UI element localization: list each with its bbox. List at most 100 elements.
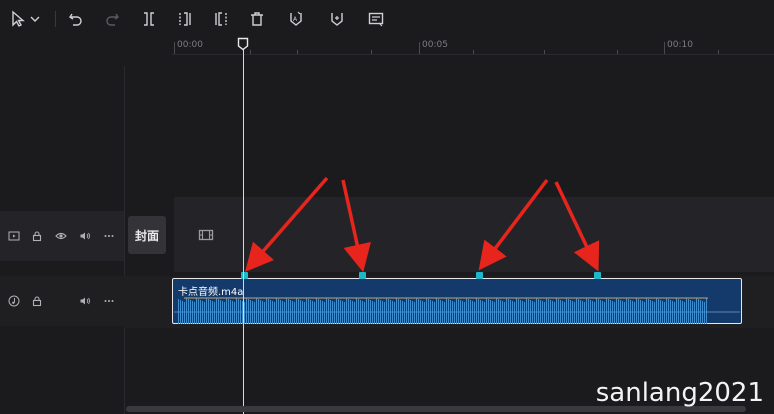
beat-marker[interactable] — [594, 272, 601, 279]
waveform-bar — [234, 302, 235, 324]
waveform-bar — [362, 301, 363, 324]
more-icon[interactable] — [102, 294, 116, 308]
waveform-bar — [616, 298, 617, 324]
waveform-bar — [494, 302, 495, 324]
playhead-line[interactable] — [243, 46, 244, 414]
waveform-bar — [690, 300, 691, 324]
waveform-bar — [304, 302, 305, 324]
waveform-bar — [310, 300, 311, 324]
waveform-bar — [476, 298, 477, 324]
waveform-bar — [594, 302, 595, 324]
waveform-bar — [652, 301, 653, 324]
waveform-bar — [366, 298, 367, 324]
waveform-bar — [458, 299, 459, 324]
waveform-bar — [404, 302, 405, 324]
waveform-bar — [698, 299, 699, 324]
waveform-bar — [658, 299, 659, 324]
waveform-bar — [662, 301, 663, 324]
volume-icon[interactable] — [78, 294, 92, 308]
waveform-bar — [522, 301, 523, 324]
caption-icon[interactable] — [366, 9, 386, 29]
waveform-bar — [252, 301, 253, 324]
waveform-bar — [316, 298, 317, 324]
waveform-bar — [312, 301, 313, 324]
waveform-bar — [654, 302, 655, 324]
waveform-bar — [254, 302, 255, 324]
volume-icon[interactable] — [78, 229, 92, 243]
waveform-bar — [492, 301, 493, 324]
waveform-bar — [214, 302, 215, 324]
waveform-bar — [256, 298, 257, 324]
waveform-bar — [702, 301, 703, 324]
waveform-bar — [434, 302, 435, 324]
waveform-bar — [582, 301, 583, 324]
waveform-bar — [606, 298, 607, 324]
waveform-bar — [222, 301, 223, 324]
dropdown-chevron-icon[interactable] — [28, 9, 42, 29]
waveform-bar — [198, 299, 199, 324]
waveform-bar — [352, 301, 353, 324]
lock-icon[interactable] — [30, 229, 44, 243]
waveform-bar — [692, 301, 693, 324]
waveform-bar — [502, 301, 503, 324]
waveform-bar — [186, 298, 187, 324]
waveform-bar — [258, 299, 259, 324]
waveform-bar — [336, 298, 337, 324]
waveform-bar — [512, 301, 513, 324]
split-right-icon[interactable] — [211, 9, 231, 29]
waveform-bar — [596, 298, 597, 324]
ruler-label-00-00: 00:00 — [177, 40, 203, 50]
manual-beat-icon[interactable] — [327, 9, 347, 29]
waveform-bar — [618, 299, 619, 324]
waveform-bar — [446, 298, 447, 324]
cover-button[interactable]: 封面 — [128, 216, 166, 254]
timeline-ruler[interactable]: 00:00 00:05 00:10 — [172, 38, 774, 55]
waveform-bar — [546, 298, 547, 324]
waveform-bar — [438, 299, 439, 324]
waveform-bar — [398, 299, 399, 324]
waveform-bar — [548, 299, 549, 324]
waveform-bar — [324, 302, 325, 324]
redo-icon[interactable] — [102, 9, 122, 29]
split-icon[interactable] — [139, 9, 159, 29]
ruler-tick — [297, 50, 298, 54]
waveform-bar — [350, 300, 351, 324]
waveform-bar — [220, 300, 221, 324]
split-left-icon[interactable] — [175, 9, 195, 29]
select-pointer-icon[interactable] — [8, 9, 28, 29]
waveform-bar — [374, 302, 375, 324]
waveform-bar — [326, 298, 327, 324]
waveform-bar — [380, 300, 381, 324]
playhead-handle[interactable] — [237, 36, 249, 51]
waveform-bar — [392, 301, 393, 324]
waveform-bar — [280, 300, 281, 324]
waveform-bar — [632, 301, 633, 324]
waveform-bar — [500, 300, 501, 324]
waveform-bar — [246, 298, 247, 324]
more-icon[interactable] — [102, 229, 116, 243]
beat-marker[interactable] — [359, 272, 366, 279]
auto-beat-icon[interactable]: A — [286, 9, 306, 29]
waveform-bar — [640, 300, 641, 324]
waveform-bar — [420, 300, 421, 324]
waveform-bar — [248, 299, 249, 324]
waveform-bar — [188, 299, 189, 324]
ruler-tick — [174, 42, 175, 54]
lock-icon[interactable] — [30, 294, 44, 308]
waveform-bar — [674, 302, 675, 324]
music-note-icon — [7, 294, 21, 308]
waveform-bar — [206, 298, 207, 324]
waveform-bar — [360, 300, 361, 324]
ruler-tick — [473, 50, 474, 54]
undo-icon[interactable] — [66, 9, 86, 29]
waveform-bar — [540, 300, 541, 324]
waveform-bar — [490, 300, 491, 324]
eye-icon[interactable] — [54, 229, 68, 243]
video-track[interactable] — [174, 197, 774, 272]
waveform-bar — [516, 298, 517, 324]
waveform-bar — [284, 302, 285, 324]
delete-icon[interactable] — [247, 9, 267, 29]
waveform-bar — [436, 298, 437, 324]
waveform-bar — [508, 299, 509, 324]
beat-marker[interactable] — [476, 272, 483, 279]
